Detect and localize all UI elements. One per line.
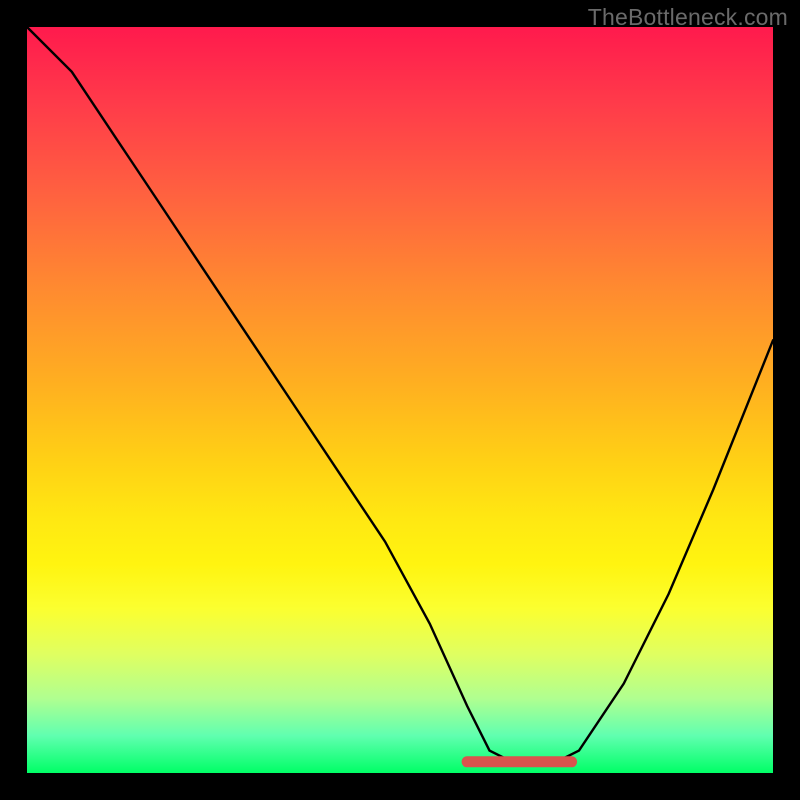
plot-area [27,27,773,773]
bottleneck-curve [27,27,773,766]
chart-frame: TheBottleneck.com [0,0,800,800]
curve-layer [27,27,773,773]
